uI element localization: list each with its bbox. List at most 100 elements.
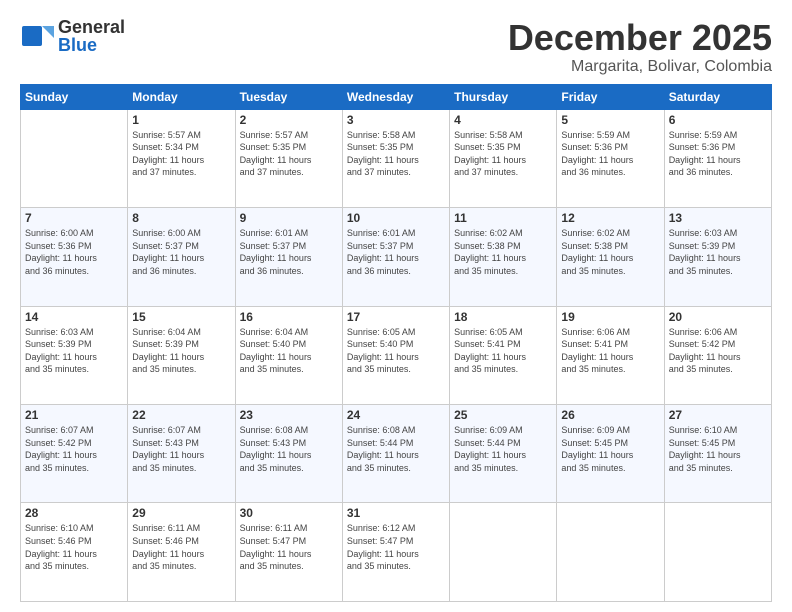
calendar-cell: 26Sunrise: 6:09 AMSunset: 5:45 PMDayligh…: [557, 405, 664, 503]
day-number: 17: [347, 310, 445, 324]
calendar-cell: 30 Sunrise: 6:11 AMSunset: 5:47 PMDayligh…: [235, 503, 342, 602]
day-info: Sunrise: 6:03 AMSunset: 5:39 PMDaylight:…: [25, 326, 123, 376]
calendar-table: SundayMondayTuesdayWednesdayThursdayFrid…: [20, 84, 772, 602]
day-info: Sunrise: 6:03 AMSunset: 5:39 PMDaylight:…: [669, 227, 767, 277]
day-info: Sunrise: 6:01 AMSunset: 5:37 PMDaylight:…: [240, 227, 338, 277]
calendar-cell: 12Sunrise: 6:02 AMSunset: 5:38 PMDayligh…: [557, 208, 664, 306]
calendar-cell: 19 Sunrise: 6:06 AMSunset: 5:41 PMDayligh…: [557, 306, 664, 404]
day-number: 10: [347, 211, 445, 225]
calendar-cell: 8 Sunrise: 6:00 AMSunset: 5:37 PMDaylight…: [128, 208, 235, 306]
page: General Blue December 2025 Margarita, Bo…: [0, 0, 792, 612]
calendar-week-4: 21 Sunrise: 6:07 AMSunset: 5:42 PMDayligh…: [21, 405, 772, 503]
day-number: 21: [25, 408, 123, 422]
calendar-cell: 18 Sunrise: 6:05 AMSunset: 5:41 PMDayligh…: [450, 306, 557, 404]
day-info: Sunrise: 6:05 AMSunset: 5:41 PMDaylight:…: [454, 326, 552, 376]
logo-icon: [20, 18, 56, 54]
calendar-cell: 4 Sunrise: 5:58 AMSunset: 5:35 PMDaylight…: [450, 109, 557, 207]
day-number: 25: [454, 408, 552, 422]
day-number: 8: [132, 211, 230, 225]
day-number: 19: [561, 310, 659, 324]
calendar-cell: 2 Sunrise: 5:57 AMSunset: 5:35 PMDaylight…: [235, 109, 342, 207]
calendar-cell: 7 Sunrise: 6:00 AMSunset: 5:36 PMDaylight…: [21, 208, 128, 306]
day-number: 28: [25, 506, 123, 520]
calendar-cell: [21, 109, 128, 207]
day-number: 4: [454, 113, 552, 127]
logo-blue: Blue: [58, 36, 125, 54]
calendar-cell: 11Sunrise: 6:02 AMSunset: 5:38 PMDayligh…: [450, 208, 557, 306]
calendar-dow-wednesday: Wednesday: [342, 84, 449, 109]
calendar-header-row: SundayMondayTuesdayWednesdayThursdayFrid…: [21, 84, 772, 109]
calendar-cell: 20 Sunrise: 6:06 AMSunset: 5:42 PMDayligh…: [664, 306, 771, 404]
day-info: Sunrise: 5:59 AMSunset: 5:36 PMDaylight:…: [669, 129, 767, 179]
calendar-cell: 21 Sunrise: 6:07 AMSunset: 5:42 PMDayligh…: [21, 405, 128, 503]
logo-general: General: [58, 18, 125, 36]
calendar-dow-monday: Monday: [128, 84, 235, 109]
calendar-cell: [557, 503, 664, 602]
calendar-cell: 27 Sunrise: 6:10 AMSunset: 5:45 PMDayligh…: [664, 405, 771, 503]
day-number: 27: [669, 408, 767, 422]
calendar-cell: 5 Sunrise: 5:59 AMSunset: 5:36 PMDaylight…: [557, 109, 664, 207]
day-info: Sunrise: 6:05 AMSunset: 5:40 PMDaylight:…: [347, 326, 445, 376]
day-number: 29: [132, 506, 230, 520]
calendar-cell: 17 Sunrise: 6:05 AMSunset: 5:40 PMDayligh…: [342, 306, 449, 404]
logo: General Blue: [20, 18, 125, 54]
day-info: Sunrise: 6:02 AMSunset: 5:38 PMDaylight:…: [561, 227, 659, 277]
day-info: Sunrise: 6:10 AMSunset: 5:45 PMDaylight:…: [669, 424, 767, 474]
day-number: 6: [669, 113, 767, 127]
calendar-dow-tuesday: Tuesday: [235, 84, 342, 109]
day-number: 18: [454, 310, 552, 324]
day-info: Sunrise: 6:08 AMSunset: 5:44 PMDaylight:…: [347, 424, 445, 474]
title-block: December 2025 Margarita, Bolivar, Colomb…: [508, 18, 772, 76]
calendar-cell: 22 Sunrise: 6:07 AMSunset: 5:43 PMDayligh…: [128, 405, 235, 503]
month-title: December 2025: [508, 18, 772, 58]
calendar-cell: 29Sunrise: 6:11 AMSunset: 5:46 PMDayligh…: [128, 503, 235, 602]
calendar-cell: 14 Sunrise: 6:03 AMSunset: 5:39 PMDayligh…: [21, 306, 128, 404]
calendar-cell: [450, 503, 557, 602]
day-info: Sunrise: 6:06 AMSunset: 5:42 PMDaylight:…: [669, 326, 767, 376]
day-info: Sunrise: 6:06 AMSunset: 5:41 PMDaylight:…: [561, 326, 659, 376]
day-number: 3: [347, 113, 445, 127]
day-info: Sunrise: 6:07 AMSunset: 5:42 PMDaylight:…: [25, 424, 123, 474]
day-info: Sunrise: 6:10 AMSunset: 5:46 PMDaylight:…: [25, 522, 123, 572]
day-number: 22: [132, 408, 230, 422]
day-number: 14: [25, 310, 123, 324]
day-number: 1: [132, 113, 230, 127]
day-number: 16: [240, 310, 338, 324]
day-info: Sunrise: 6:04 AMSunset: 5:39 PMDaylight:…: [132, 326, 230, 376]
day-number: 20: [669, 310, 767, 324]
calendar-cell: 23Sunrise: 6:08 AMSunset: 5:43 PMDayligh…: [235, 405, 342, 503]
day-info: Sunrise: 6:08 AMSunset: 5:43 PMDaylight:…: [240, 424, 338, 474]
day-number: 30: [240, 506, 338, 520]
day-number: 11: [454, 211, 552, 225]
calendar-cell: 15 Sunrise: 6:04 AMSunset: 5:39 PMDayligh…: [128, 306, 235, 404]
day-info: Sunrise: 6:09 AMSunset: 5:44 PMDaylight:…: [454, 424, 552, 474]
calendar-cell: 1 Sunrise: 5:57 AMSunset: 5:34 PMDaylight…: [128, 109, 235, 207]
day-number: 26: [561, 408, 659, 422]
calendar-week-3: 14 Sunrise: 6:03 AMSunset: 5:39 PMDayligh…: [21, 306, 772, 404]
day-number: 15: [132, 310, 230, 324]
day-number: 7: [25, 211, 123, 225]
calendar-cell: 6 Sunrise: 5:59 AMSunset: 5:36 PMDaylight…: [664, 109, 771, 207]
day-info: Sunrise: 5:57 AMSunset: 5:34 PMDaylight:…: [132, 129, 230, 179]
day-info: Sunrise: 6:07 AMSunset: 5:43 PMDaylight:…: [132, 424, 230, 474]
day-number: 9: [240, 211, 338, 225]
day-number: 24: [347, 408, 445, 422]
calendar-week-1: 1 Sunrise: 5:57 AMSunset: 5:34 PMDaylight…: [21, 109, 772, 207]
day-info: Sunrise: 6:00 AMSunset: 5:36 PMDaylight:…: [25, 227, 123, 277]
day-number: 5: [561, 113, 659, 127]
day-info: Sunrise: 6:12 AMSunset: 5:47 PMDaylight:…: [347, 522, 445, 572]
day-info: Sunrise: 5:59 AMSunset: 5:36 PMDaylight:…: [561, 129, 659, 179]
calendar-cell: 13 Sunrise: 6:03 AMSunset: 5:39 PMDayligh…: [664, 208, 771, 306]
day-info: Sunrise: 5:58 AMSunset: 5:35 PMDaylight:…: [454, 129, 552, 179]
day-info: Sunrise: 5:57 AMSunset: 5:35 PMDaylight:…: [240, 129, 338, 179]
calendar-dow-sunday: Sunday: [21, 84, 128, 109]
day-info: Sunrise: 6:00 AMSunset: 5:37 PMDaylight:…: [132, 227, 230, 277]
calendar-cell: 25 Sunrise: 6:09 AMSunset: 5:44 PMDayligh…: [450, 405, 557, 503]
day-number: 2: [240, 113, 338, 127]
day-number: 13: [669, 211, 767, 225]
calendar-cell: 3 Sunrise: 5:58 AMSunset: 5:35 PMDaylight…: [342, 109, 449, 207]
calendar-dow-friday: Friday: [557, 84, 664, 109]
day-info: Sunrise: 6:11 AMSunset: 5:47 PMDaylight:…: [240, 522, 338, 572]
day-info: Sunrise: 5:58 AMSunset: 5:35 PMDaylight:…: [347, 129, 445, 179]
calendar-cell: 24 Sunrise: 6:08 AMSunset: 5:44 PMDayligh…: [342, 405, 449, 503]
